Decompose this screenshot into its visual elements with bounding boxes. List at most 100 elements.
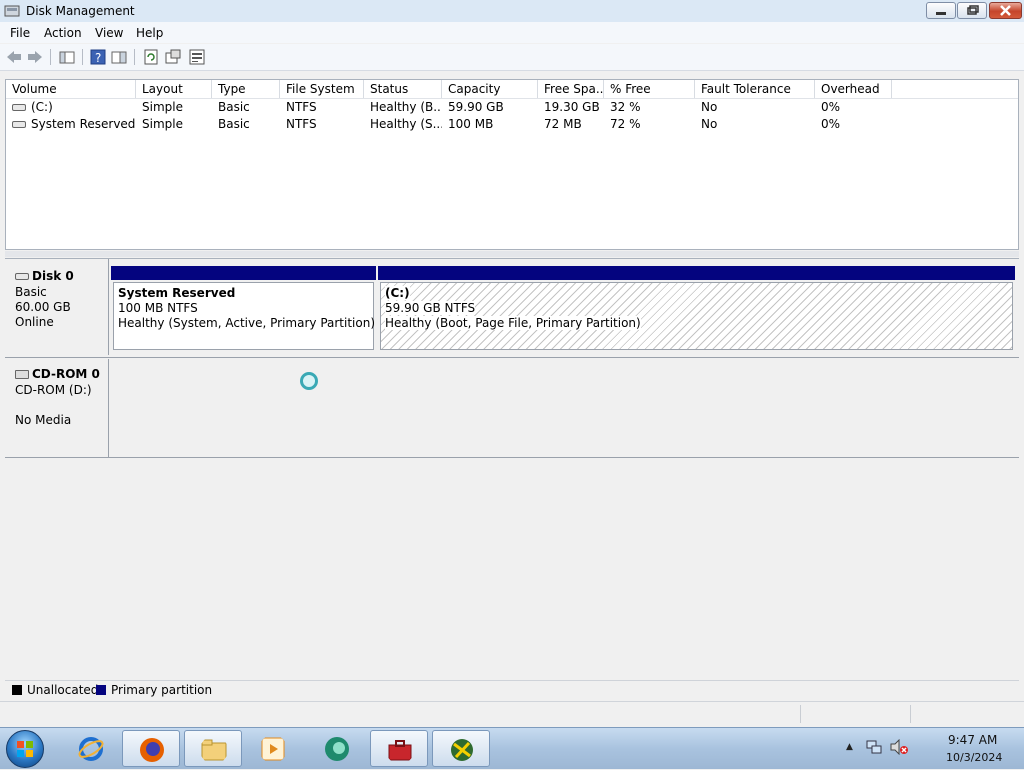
settings-icon[interactable] (188, 48, 206, 66)
table-row[interactable]: (C:) Simple Basic NTFS Healthy (B... 59.… (6, 99, 1018, 116)
clock-time[interactable]: 9:47 AM (948, 733, 997, 747)
menu-help[interactable]: Help (136, 26, 163, 40)
disk-row-divider (5, 457, 1019, 458)
cd-drive-icon (15, 370, 29, 379)
show-hidden-icons-chevron-icon[interactable]: ▲ (846, 742, 853, 752)
cell-capacity: 100 MB (448, 117, 494, 131)
toolbar-separator (82, 49, 83, 65)
legend-swatch-primary (96, 685, 106, 695)
table-row[interactable]: System Reserved Simple Basic NTFS Health… (6, 116, 1018, 133)
partition-box: System Reserved 100 MB NTFS Healthy (Sys… (113, 282, 376, 350)
cell-type: Basic (218, 100, 250, 114)
partition-bar (378, 266, 1015, 280)
cell-layout: Simple (142, 117, 183, 131)
legend: Unallocated Primary partition (5, 680, 1019, 699)
cell-status: Healthy (B... (370, 100, 442, 114)
cdrom-0-status: No Media (15, 413, 72, 427)
disk-0-type: Basic (15, 285, 47, 299)
volume-list-header: Volume Layout Type File System Status Ca… (6, 80, 1018, 99)
cdrom-0-title: CD-ROM 0 (15, 367, 100, 381)
volume-muted-icon[interactable] (890, 738, 908, 758)
cell-volume: System Reserved (6, 116, 136, 133)
show-hide-console-tree-icon[interactable] (58, 48, 76, 66)
disk-management-icon (4, 3, 20, 19)
menu-bar: File Action View Help (0, 22, 1024, 43)
column-header-status[interactable]: Status (364, 80, 442, 98)
column-header-file-system[interactable]: File System (280, 80, 364, 98)
cell-percent-free: 32 % (610, 100, 641, 114)
menu-action[interactable]: Action (44, 26, 82, 40)
status-separator (800, 705, 801, 723)
internet-explorer-icon[interactable] (62, 730, 120, 767)
toolbar: ? (0, 44, 1024, 71)
drive-icon (12, 121, 26, 128)
cell-file-system: NTFS (286, 100, 317, 114)
cell-free-space: 19.30 GB (544, 100, 600, 114)
column-header-capacity[interactable]: Capacity (442, 80, 538, 98)
column-header-volume[interactable]: Volume (6, 80, 136, 98)
forward-arrow-icon[interactable] (26, 48, 44, 66)
busy-cursor-icon (300, 372, 318, 390)
green-circle-app-icon[interactable] (308, 730, 366, 767)
media-player-icon[interactable] (244, 730, 302, 767)
close-button[interactable] (989, 2, 1022, 19)
legend-swatch-unallocated (12, 685, 22, 695)
help-icon[interactable]: ? (89, 48, 107, 66)
start-button[interactable] (6, 730, 44, 768)
firefox-icon[interactable] (122, 730, 180, 767)
globe-app-icon[interactable] (432, 730, 490, 767)
cell-overhead: 0% (821, 100, 841, 114)
volume-list[interactable]: Volume Layout Type File System Status Ca… (5, 79, 1019, 250)
windows-explorer-icon[interactable] (184, 730, 242, 767)
cdrom-0-type: CD-ROM (D:) (15, 383, 92, 397)
pane-splitter[interactable] (5, 251, 1019, 257)
disk-name: CD-ROM 0 (32, 367, 100, 381)
title-bar: Disk Management (0, 0, 1024, 23)
disk-0-status: Online (15, 315, 54, 329)
refresh-icon[interactable] (142, 48, 160, 66)
restore-button[interactable] (957, 2, 987, 19)
menu-view[interactable]: View (95, 26, 123, 40)
cell-fault-tolerance: No (701, 117, 718, 131)
disk-name: Disk 0 (32, 269, 74, 283)
toolbox-icon[interactable] (370, 730, 428, 767)
cell-file-system: NTFS (286, 117, 317, 131)
partition-status: Healthy (System, Active, Primary Partiti… (118, 316, 376, 330)
legend-label-primary: Primary partition (111, 683, 213, 697)
cell-free-space: 72 MB (544, 117, 582, 131)
network-icon[interactable] (866, 739, 882, 758)
disk-map: Disk 0 Basic 60.00 GB Online System Rese… (5, 258, 1019, 676)
disk-0-title: Disk 0 (15, 269, 74, 283)
cdrom-0-label[interactable]: CD-ROM 0 CD-ROM (D:) No Media (5, 359, 109, 457)
column-header-percent-free[interactable]: % Free (604, 80, 695, 98)
minimize-button[interactable] (926, 2, 956, 19)
back-arrow-icon[interactable] (5, 48, 23, 66)
properties-icon[interactable] (164, 48, 182, 66)
legend-label-unallocated: Unallocated (27, 683, 99, 697)
menu-file[interactable]: File (10, 26, 30, 40)
cell-percent-free: 72 % (610, 117, 641, 131)
cell-layout: Simple (142, 100, 183, 114)
partition-system-reserved[interactable]: System Reserved 100 MB NTFS Healthy (Sys… (111, 266, 376, 352)
partition-bar (111, 266, 376, 280)
toolbar-separator (50, 49, 51, 65)
column-header-free-space[interactable]: Free Spa... (538, 80, 604, 98)
disk-row-divider (5, 357, 1019, 358)
cell-overhead: 0% (821, 117, 841, 131)
partition-status: Healthy (Boot, Page File, Primary Partit… (385, 316, 641, 330)
column-header-fault-tolerance[interactable]: Fault Tolerance (695, 80, 815, 98)
status-bar (0, 701, 1024, 726)
disk-0-label[interactable]: Disk 0 Basic 60.00 GB Online (5, 259, 109, 355)
clock-date[interactable]: 10/3/2024 (946, 751, 1002, 764)
column-header-layout[interactable]: Layout (136, 80, 212, 98)
taskbar: ▲ (0, 727, 1024, 769)
cell-fault-tolerance: No (701, 100, 718, 114)
status-separator (910, 705, 911, 723)
column-header-overhead[interactable]: Overhead (815, 80, 892, 98)
window-title: Disk Management (26, 4, 135, 18)
partition-c[interactable]: (C:) 59.90 GB NTFS Healthy (Boot, Page F… (378, 266, 1015, 352)
partition-name: System Reserved (118, 286, 236, 300)
hard-disk-icon (15, 273, 29, 280)
column-header-type[interactable]: Type (212, 80, 280, 98)
show-hide-action-pane-icon[interactable] (110, 48, 128, 66)
